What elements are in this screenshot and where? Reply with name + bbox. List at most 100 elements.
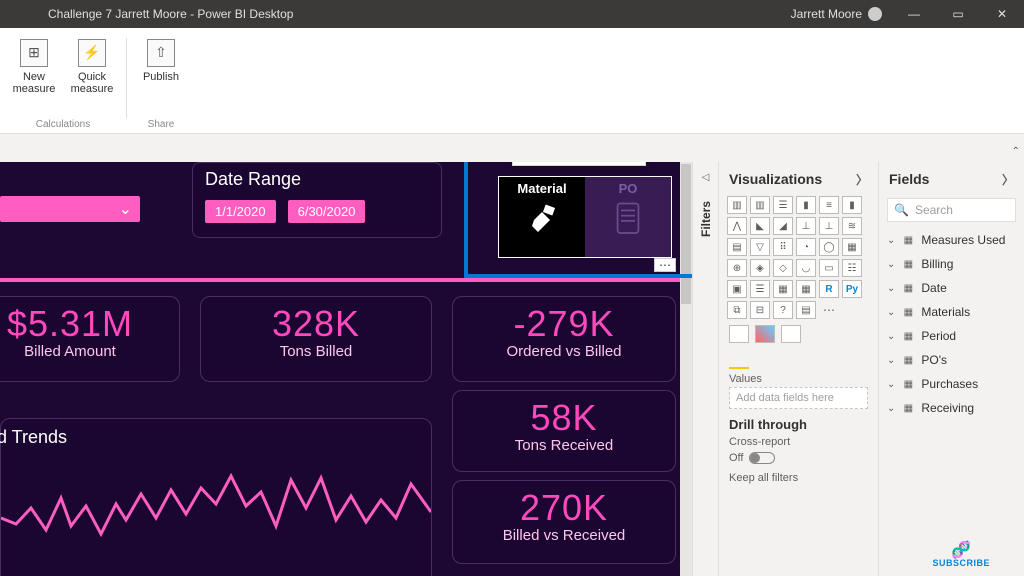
- viz-treemap-icon[interactable]: ▦: [842, 238, 862, 256]
- viz-map-icon[interactable]: ⊕: [727, 259, 747, 277]
- viz-filled-map-icon[interactable]: ◈: [750, 259, 770, 277]
- values-label: Values: [719, 369, 878, 387]
- viz-r-icon[interactable]: R: [819, 280, 839, 298]
- format-button-3[interactable]: [781, 325, 801, 343]
- table-icon: ▦: [901, 282, 915, 294]
- fields-search[interactable]: 🔍Search: [887, 198, 1016, 222]
- field-table-po-s[interactable]: ⌄▦PO's: [887, 348, 1016, 372]
- chevron-down-icon: ⌄: [887, 355, 895, 366]
- collapse-viz-icon[interactable]: 〉: [856, 171, 868, 188]
- collapse-fields-icon[interactable]: 〉: [1002, 171, 1014, 188]
- viz-matrix-icon[interactable]: ▦: [796, 280, 816, 298]
- viz-line-column-icon[interactable]: ⊥: [796, 217, 816, 235]
- viz-python-icon[interactable]: Py: [842, 280, 862, 298]
- table-icon: ▦: [901, 258, 915, 270]
- viz-kpi-icon[interactable]: ▣: [727, 280, 747, 298]
- table-icon: ▦: [901, 402, 915, 414]
- canvas-scrollbar[interactable]: [680, 162, 692, 576]
- viz-100-column-icon[interactable]: ▮: [842, 196, 862, 214]
- trends-chart[interactable]: d Trends: [0, 418, 432, 576]
- publish-button[interactable]: ⇧Publish: [133, 34, 189, 88]
- viz-card-icon[interactable]: ▭: [819, 259, 839, 277]
- visual-more-options[interactable]: ⋯: [654, 258, 676, 272]
- ribbon-group-share: Share: [148, 119, 175, 132]
- format-button-1[interactable]: [729, 325, 749, 343]
- po-tab[interactable]: PO: [585, 177, 671, 257]
- keep-all-filters-label: Keep all filters: [729, 472, 798, 484]
- visualizations-header: Visualizations: [729, 171, 822, 187]
- viz-key-influencer-icon[interactable]: ⧉: [727, 301, 747, 319]
- viz-table-icon[interactable]: ▦: [773, 280, 793, 298]
- material-po-nav[interactable]: Material PO: [498, 176, 672, 258]
- publish-icon: ⇧: [147, 39, 175, 67]
- close-button[interactable]: ✕: [980, 0, 1024, 28]
- table-icon: ▦: [901, 354, 915, 366]
- viz-scatter-icon[interactable]: ⠿: [773, 238, 793, 256]
- divider: [0, 278, 686, 282]
- cross-report-toggle[interactable]: [749, 452, 775, 464]
- field-table-period[interactable]: ⌄▦Period: [887, 324, 1016, 348]
- viz-slicer-icon[interactable]: ☰: [750, 280, 770, 298]
- chevron-down-icon: ⌄: [887, 283, 895, 294]
- viz-clustered-bar-icon[interactable]: ☰: [773, 196, 793, 214]
- viz-qna-icon[interactable]: ?: [773, 301, 793, 319]
- minimize-button[interactable]: —: [892, 0, 936, 28]
- date-to-chip[interactable]: 6/30/2020: [288, 200, 366, 223]
- viz-ribbon-icon[interactable]: ≋: [842, 217, 862, 235]
- chevron-down-icon: ⌄: [887, 403, 895, 414]
- field-table-billing[interactable]: ⌄▦Billing: [887, 252, 1016, 276]
- kpi-ordered-vs-billed[interactable]: -279K Ordered vs Billed: [452, 296, 676, 382]
- date-range-label: Date Range: [205, 169, 429, 190]
- material-tab[interactable]: Material: [499, 177, 585, 257]
- viz-more-icon[interactable]: ⋯: [819, 301, 839, 319]
- kpi-billed-amount[interactable]: $5.31M Billed Amount: [0, 296, 180, 382]
- viz-line-clustered-icon[interactable]: ⊥: [819, 217, 839, 235]
- chevron-down-icon: ⌄: [887, 259, 895, 270]
- viz-pie-icon[interactable]: ◔: [796, 238, 816, 256]
- viz-area-icon[interactable]: ◣: [750, 217, 770, 235]
- format-button-2[interactable]: [755, 325, 775, 343]
- hammer-icon: [515, 198, 569, 242]
- search-icon: 🔍: [894, 203, 909, 217]
- user-label[interactable]: Jarrett Moore: [791, 7, 882, 21]
- viz-multi-card-icon[interactable]: ☷: [842, 259, 862, 277]
- kpi-tons-billed[interactable]: 328K Tons Billed: [200, 296, 432, 382]
- field-table-purchases[interactable]: ⌄▦Purchases: [887, 372, 1016, 396]
- viz-100-bar-icon[interactable]: ≡: [819, 196, 839, 214]
- titlebar: Challenge 7 Jarrett Moore - Power BI Des…: [0, 0, 1024, 28]
- viz-stacked-area-icon[interactable]: ◢: [773, 217, 793, 235]
- viz-line-icon[interactable]: ⋀: [727, 217, 747, 235]
- chevron-down-icon: ⌄: [887, 307, 895, 318]
- expand-filters-icon[interactable]: ◁: [702, 172, 710, 183]
- date-from-chip[interactable]: 1/1/2020: [205, 200, 276, 223]
- viz-paginated-icon[interactable]: ▤: [796, 301, 816, 319]
- viz-stacked-bar-icon[interactable]: ▥: [727, 196, 747, 214]
- field-table-date[interactable]: ⌄▦Date: [887, 276, 1016, 300]
- format-tab[interactable]: [763, 351, 783, 369]
- subscribe-watermark: 🧬 SUBSCRIBE: [932, 544, 990, 568]
- maximize-button[interactable]: ▭: [936, 0, 980, 28]
- quick-measure-button[interactable]: ⚡Quick measure: [64, 34, 120, 100]
- viz-gauge-icon[interactable]: ◡: [796, 259, 816, 277]
- viz-clustered-column-icon[interactable]: ▮: [796, 196, 816, 214]
- viz-funnel-icon[interactable]: ▽: [750, 238, 770, 256]
- viz-shape-map-icon[interactable]: ◇: [773, 259, 793, 277]
- values-field-well[interactable]: Add data fields here: [729, 387, 868, 409]
- ribbon: ⊞New measure ⚡Quick measure Calculations…: [0, 28, 1024, 134]
- material-slicer[interactable]: ⌄: [0, 196, 140, 222]
- ribbon-collapse-button[interactable]: ⌃: [1012, 146, 1020, 157]
- field-table-measures-used[interactable]: ⌄▦Measures Used: [887, 228, 1016, 252]
- field-table-materials[interactable]: ⌄▦Materials: [887, 300, 1016, 324]
- new-measure-button[interactable]: ⊞New measure: [6, 34, 62, 100]
- fields-tab[interactable]: [729, 351, 749, 369]
- viz-waterfall-icon[interactable]: ▤: [727, 238, 747, 256]
- field-table-receiving[interactable]: ⌄▦Receiving: [887, 396, 1016, 420]
- viz-decomp-icon[interactable]: ⊟: [750, 301, 770, 319]
- report-canvas[interactable]: al ⌄ Date Range 1/1/2020 6/30/2020 Click…: [0, 162, 692, 576]
- viz-stacked-column-icon[interactable]: ▥: [750, 196, 770, 214]
- viz-donut-icon[interactable]: ◯: [819, 238, 839, 256]
- kpi-tons-received[interactable]: 58K Tons Received: [452, 390, 676, 472]
- filters-pane-collapsed[interactable]: ◁ Filters: [692, 162, 718, 576]
- visualization-picker[interactable]: ▥▥☰▮≡▮ ⋀◣◢⊥⊥≋ ▤▽⠿◔◯▦ ⊕◈◇◡▭☷ ▣☰▦▦R Py⧉⊟?▤…: [719, 196, 878, 319]
- kpi-billed-vs-received[interactable]: 270K Billed vs Received: [452, 480, 676, 564]
